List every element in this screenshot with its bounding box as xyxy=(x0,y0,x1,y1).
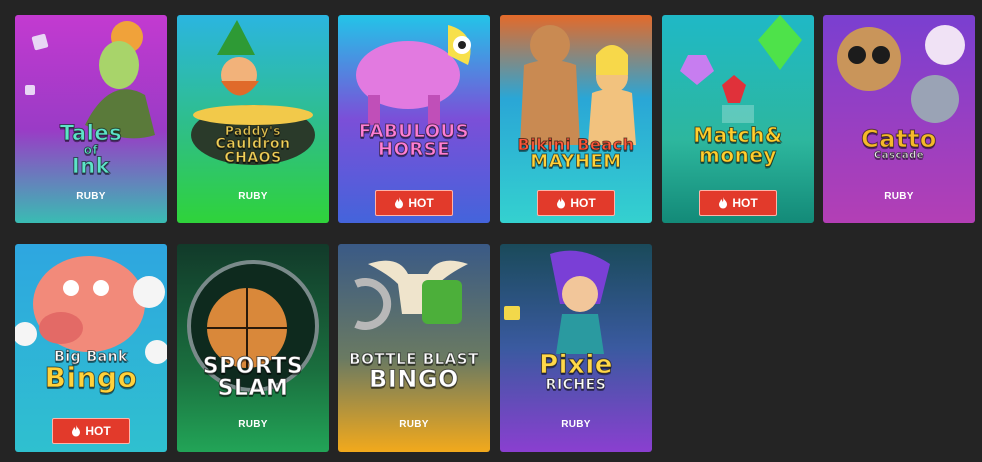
flame-icon xyxy=(395,197,404,209)
game-logo: Big Bank Bingo xyxy=(44,349,138,394)
flame-icon xyxy=(557,197,566,209)
game-tile-big-bank-bingo[interactable]: Big Bank Bingo HOT xyxy=(15,244,167,452)
game-tile-catto-cascade[interactable]: Catto Cascade RUBY xyxy=(823,15,975,223)
game-logo: Pixie RICHES xyxy=(539,350,613,393)
hot-badge: HOT xyxy=(699,190,777,216)
ruby-tag: RUBY xyxy=(884,191,914,202)
game-tile-sports-slam[interactable]: SPORTS SLAM RUBY xyxy=(177,244,329,452)
game-logo: FABULOUS HORSE xyxy=(358,121,470,160)
hot-label: HOT xyxy=(732,196,758,210)
game-tile-bottle-blast-bingo[interactable]: BOTTLE BLAST BINGO RUBY xyxy=(338,244,490,452)
game-logo: Bikini Beach MAYHEM xyxy=(517,135,635,172)
ruby-tag: RUBY xyxy=(561,419,591,430)
ruby-tag: RUBY xyxy=(399,419,429,430)
game-logo: Catto Cascade xyxy=(861,125,937,162)
ruby-tag: RUBY xyxy=(238,191,268,202)
game-tile-pixie-riches[interactable]: Pixie RICHES RUBY xyxy=(500,244,652,452)
hot-badge: HOT xyxy=(375,190,453,216)
game-tile-paddys-cauldron-chaos[interactable]: Paddy's Cauldron CHAOS RUBY xyxy=(177,15,329,223)
hot-label: HOT xyxy=(570,196,596,210)
flame-icon xyxy=(719,197,728,209)
flame-icon xyxy=(72,425,81,437)
game-tile-fabulous-horse[interactable]: FABULOUS HORSE HOT xyxy=(338,15,490,223)
game-grid: Tales of Ink RUBY Paddy's Cauldron CHAOS… xyxy=(0,0,982,462)
hot-badge: HOT xyxy=(52,418,130,444)
ruby-tag: RUBY xyxy=(76,191,106,202)
game-tile-match-and-money[interactable]: Match& money HOT xyxy=(662,15,814,223)
game-logo: Match& money xyxy=(693,123,783,167)
game-tile-bikini-beach-mayhem[interactable]: Bikini Beach MAYHEM HOT xyxy=(500,15,652,223)
hot-badge: HOT xyxy=(537,190,615,216)
game-logo: Tales of Ink xyxy=(59,121,123,178)
game-logo: SPORTS SLAM xyxy=(202,354,304,401)
ruby-tag: RUBY xyxy=(238,419,268,430)
game-tile-tales-of-ink[interactable]: Tales of Ink RUBY xyxy=(15,15,167,223)
game-logo: BOTTLE BLAST BINGO xyxy=(349,350,479,393)
hot-label: HOT xyxy=(85,424,111,438)
hot-label: HOT xyxy=(408,196,434,210)
game-logo: Paddy's Cauldron CHAOS xyxy=(215,124,291,166)
